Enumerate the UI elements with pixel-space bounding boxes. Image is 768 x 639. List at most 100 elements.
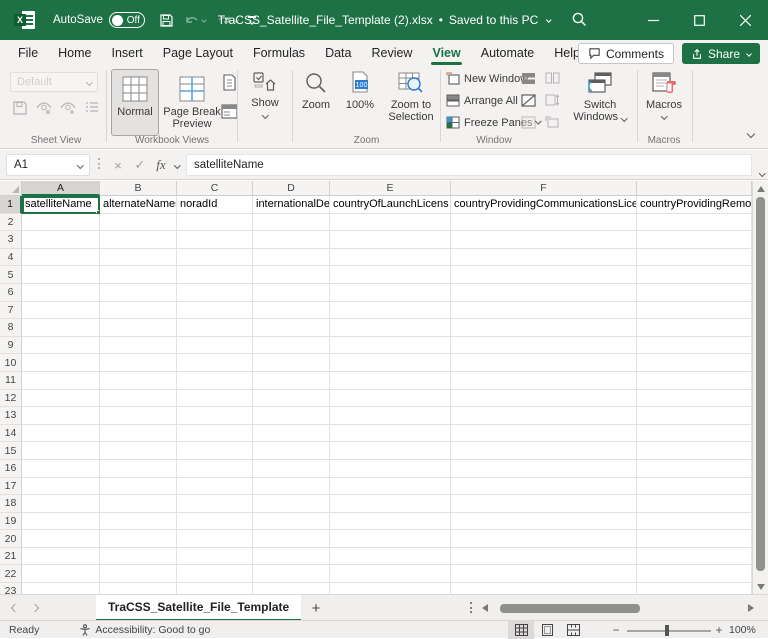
row-header-19[interactable]: 19 [0,513,22,531]
cell-F6[interactable] [451,284,637,302]
zoom-slider-track[interactable] [627,630,711,632]
row-header-4[interactable]: 4 [0,249,22,267]
excel-app-icon[interactable]: X [14,10,35,30]
cell-A6[interactable] [22,284,100,302]
cell-F4[interactable] [451,249,637,267]
cell-C13[interactable] [177,407,253,425]
cell-F10[interactable] [451,354,637,372]
cell-E2[interactable] [330,214,451,232]
sheet-tab-active[interactable]: TraCSS_Satellite_File_Template [96,595,301,621]
cell-C23[interactable] [177,583,253,594]
row-header-17[interactable]: 17 [0,478,22,496]
cell-D23[interactable] [253,583,330,594]
insert-function-icon[interactable]: fx [152,154,170,176]
expand-formula-bar-icon[interactable] [760,162,765,180]
cell-B19[interactable] [100,513,177,531]
cell-E8[interactable] [330,319,451,337]
cell-D20[interactable] [253,530,330,548]
cell-F22[interactable] [451,565,637,583]
tab-home[interactable]: Home [48,41,101,65]
undo-icon[interactable] [184,13,206,27]
row-header-18[interactable]: 18 [0,495,22,513]
column-header-a[interactable]: A [22,181,100,196]
cell-B7[interactable] [100,302,177,320]
cell-D6[interactable] [253,284,330,302]
cell-E11[interactable] [330,372,451,390]
zoom-100-button[interactable]: 100 100% [339,71,381,111]
zoom-slider-thumb[interactable] [665,625,669,636]
maximize-button[interactable] [676,0,722,40]
cell-B1[interactable]: alternateNames [100,196,177,214]
cell-B11[interactable] [100,372,177,390]
macros-button[interactable]: Macros [642,71,686,119]
cell-E22[interactable] [330,565,451,583]
cell-E13[interactable] [330,407,451,425]
cell-C20[interactable] [177,530,253,548]
select-all-corner[interactable] [0,181,22,196]
cell-C9[interactable] [177,337,253,355]
cell-E18[interactable] [330,495,451,513]
cell-D11[interactable] [253,372,330,390]
zoom-level[interactable]: 100% [729,621,756,639]
cell-G4[interactable] [637,249,752,267]
cell-D4[interactable] [253,249,330,267]
cell-A16[interactable] [22,460,100,478]
tab-file[interactable]: File [8,41,48,65]
comments-button[interactable]: Comments [578,43,674,64]
scroll-up-icon[interactable] [757,186,765,192]
cell-C1[interactable]: noradId [177,196,253,214]
autosave-toggle[interactable]: Off [109,12,145,28]
cell-D5[interactable] [253,266,330,284]
vertical-scrollbar[interactable] [752,181,768,594]
cell-F11[interactable] [451,372,637,390]
cell-E6[interactable] [330,284,451,302]
cell-E17[interactable] [330,478,451,496]
cell-G8[interactable] [637,319,752,337]
cell-E10[interactable] [330,354,451,372]
close-button[interactable] [722,0,768,40]
arrange-all-button[interactable]: Arrange All [446,94,518,107]
document-title[interactable]: TraCSS_Satellite_File_Template (2).xlsx … [218,13,551,27]
row-header-6[interactable]: 6 [0,284,22,302]
enter-icon[interactable]: ✓ [130,154,150,176]
cell-G20[interactable] [637,530,752,548]
cell-D12[interactable] [253,390,330,408]
cell-A15[interactable] [22,442,100,460]
cell-F12[interactable] [451,390,637,408]
tab-review[interactable]: Review [361,41,422,65]
cell-A7[interactable] [22,302,100,320]
row-header-9[interactable]: 9 [0,337,22,355]
cell-G22[interactable] [637,565,752,583]
autosave-control[interactable]: AutoSave Off [53,12,145,28]
cell-E7[interactable] [330,302,451,320]
cell-A5[interactable] [22,266,100,284]
cell-G5[interactable] [637,266,752,284]
cell-F9[interactable] [451,337,637,355]
cell-B21[interactable] [100,548,177,566]
sheet-view-dropdown[interactable]: Default [10,72,98,92]
cell-C16[interactable] [177,460,253,478]
status-page-layout-icon[interactable] [534,621,560,639]
cell-C17[interactable] [177,478,253,496]
cell-G7[interactable] [637,302,752,320]
tab-data[interactable]: Data [315,41,361,65]
row-header-21[interactable]: 21 [0,548,22,566]
tab-bar-grip[interactable] [470,602,472,613]
cell-C6[interactable] [177,284,253,302]
cell-C2[interactable] [177,214,253,232]
row-header-8[interactable]: 8 [0,319,22,337]
cell-C22[interactable] [177,565,253,583]
cell-A14[interactable] [22,425,100,443]
cell-G3[interactable] [637,231,752,249]
row-header-7[interactable]: 7 [0,302,22,320]
cell-F3[interactable] [451,231,637,249]
cell-A8[interactable] [22,319,100,337]
tab-insert[interactable]: Insert [102,41,153,65]
cell-G2[interactable] [637,214,752,232]
cell-F14[interactable] [451,425,637,443]
cell-A4[interactable] [22,249,100,267]
cell-F18[interactable] [451,495,637,513]
cell-B4[interactable] [100,249,177,267]
cell-G13[interactable] [637,407,752,425]
cell-G12[interactable] [637,390,752,408]
